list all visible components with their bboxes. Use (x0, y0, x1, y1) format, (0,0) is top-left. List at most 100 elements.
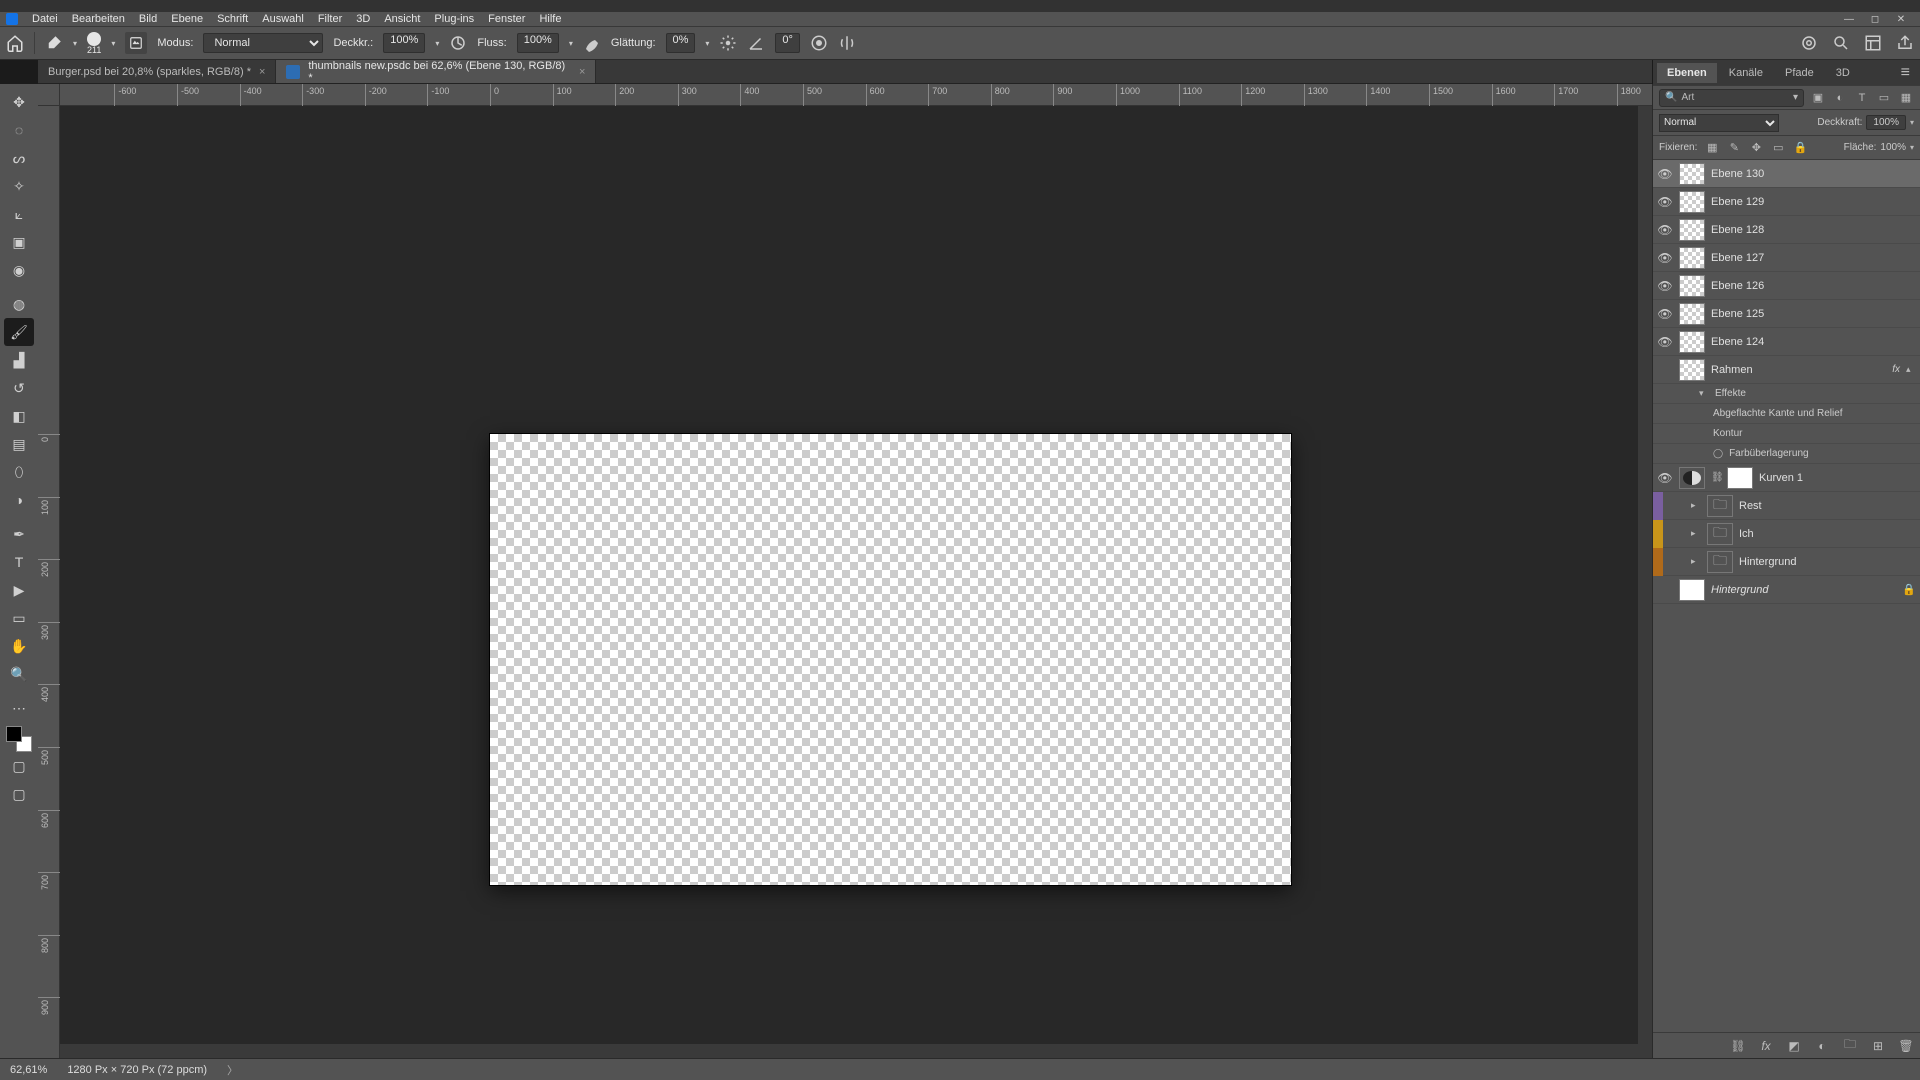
angle-value[interactable]: 0° (775, 33, 800, 53)
filter-image-icon[interactable]: ▣ (1810, 90, 1826, 106)
smoothing-settings-icon[interactable] (719, 34, 737, 52)
twisty-icon[interactable]: ▸ (1691, 500, 1701, 511)
visibility-toggle[interactable]: 👁 (1657, 307, 1673, 321)
brush-tool-icon[interactable] (45, 34, 63, 52)
marquee-tool[interactable]: ◌ (4, 116, 34, 144)
visibility-toggle[interactable]: 👁 (1657, 335, 1673, 349)
fill-value[interactable]: 100% (1880, 142, 1906, 153)
horizontal-scrollbar[interactable] (60, 1044, 1652, 1058)
visibility-toggle[interactable]: 👁 (1657, 167, 1673, 181)
group-icon[interactable]: 🗀 (1842, 1038, 1858, 1054)
blend-mode-select[interactable]: Normal (203, 33, 323, 53)
menu-fenster[interactable]: Fenster (488, 13, 525, 25)
crop-tool[interactable]: ⟀ (4, 200, 34, 228)
screenmode-toggle[interactable]: ▢ (4, 780, 34, 808)
frame-tool[interactable]: ▣ (4, 228, 34, 256)
search-icon[interactable] (1832, 34, 1850, 52)
zoom-tool[interactable]: 🔍 (4, 660, 34, 688)
zoom-value[interactable]: 62,61% (10, 1064, 47, 1076)
wand-tool[interactable]: ✧ (4, 172, 34, 200)
share-icon[interactable] (1896, 34, 1914, 52)
shape-tool[interactable]: ▭ (4, 604, 34, 632)
eraser-tool[interactable]: ◧ (4, 402, 34, 430)
menu-bild[interactable]: Bild (139, 13, 157, 25)
lasso-tool[interactable]: ᔕ (4, 144, 34, 172)
layer-row[interactable]: ◯Farbüberlagerung (1653, 444, 1920, 464)
healing-tool[interactable]: ◍ (4, 290, 34, 318)
twisty-icon[interactable]: ▸ (1691, 556, 1701, 567)
color-swatches[interactable] (6, 726, 32, 752)
mask-thumb[interactable] (1727, 467, 1753, 489)
visibility-toggle[interactable]: 👁 (1657, 251, 1673, 265)
menu-plug-ins[interactable]: Plug-ins (434, 13, 474, 25)
lock-position-icon[interactable]: ✥ (1749, 141, 1763, 155)
lock-artboard-icon[interactable]: ▭ (1771, 141, 1785, 155)
quickmask-toggle[interactable]: ▢ (4, 752, 34, 780)
filter-type-icon[interactable]: T (1854, 90, 1870, 106)
layer-row[interactable]: Abgeflachte Kante und Relief (1653, 404, 1920, 424)
close-tab-icon[interactable]: × (259, 66, 265, 78)
menu-datei[interactable]: Datei (32, 13, 58, 25)
layer-row[interactable]: Kontur (1653, 424, 1920, 444)
visibility-toggle[interactable]: 👁 (1657, 471, 1673, 485)
filter-smart-icon[interactable]: ▦ (1898, 90, 1914, 106)
panel-tab-pfade[interactable]: Pfade (1775, 63, 1824, 83)
menu-hilfe[interactable]: Hilfe (539, 13, 561, 25)
layer-row[interactable]: 👁⛓Kurven 1 (1653, 464, 1920, 492)
canvas-area[interactable]: -600-500-400-300-200-1000100200300400500… (38, 84, 1652, 1058)
layer-row[interactable]: 👁Ebene 125 (1653, 300, 1920, 328)
target-icon[interactable] (1800, 34, 1818, 52)
menu-schrift[interactable]: Schrift (217, 13, 248, 25)
twisty-icon[interactable]: ▾ (1699, 388, 1709, 399)
pen-tool[interactable]: ✒ (4, 520, 34, 548)
close-tab-icon[interactable]: × (579, 66, 585, 78)
smoothing-value[interactable]: 0% (666, 33, 696, 53)
menu-ebene[interactable]: Ebene (171, 13, 203, 25)
layer-row[interactable]: 👁Ebene 130 (1653, 160, 1920, 188)
brush-size-dropdown-icon[interactable]: ▾ (111, 39, 115, 48)
move-tool[interactable]: ✥ (4, 88, 34, 116)
layer-search[interactable]: 🔍 Art ▾ (1659, 89, 1804, 107)
filter-adjust-icon[interactable]: ◐ (1832, 90, 1848, 106)
opacity-value[interactable]: 100% (383, 33, 425, 53)
layer-row[interactable]: Hintergrund🔒 (1653, 576, 1920, 604)
adjustment-icon[interactable]: ◐ (1814, 1038, 1830, 1054)
artboard[interactable] (490, 434, 1291, 885)
new-layer-icon[interactable]: ⊞ (1870, 1038, 1886, 1054)
visibility-toggle[interactable]: 👁 (1657, 195, 1673, 209)
brush-preset-dropdown-icon[interactable]: ▾ (73, 39, 77, 48)
lock-pixels-icon[interactable]: ▦ (1705, 141, 1719, 155)
layer-row[interactable]: 👁Ebene 129 (1653, 188, 1920, 216)
type-tool[interactable]: T (4, 548, 34, 576)
panel-tab-ebenen[interactable]: Ebenen (1657, 63, 1717, 83)
visibility-toggle[interactable]: 👁 (1657, 279, 1673, 293)
dodge-tool[interactable]: ◑ (4, 486, 34, 514)
chevron-down-icon[interactable]: ▾ (1910, 143, 1914, 152)
panel-menu-icon[interactable]: ≡ (1895, 64, 1916, 82)
layer-row[interactable]: 👁Ebene 124 (1653, 328, 1920, 356)
fx-icon[interactable]: fx (1758, 1038, 1774, 1054)
airbrush-toggle[interactable] (583, 34, 601, 52)
layer-row[interactable]: 👁Ebene 126 (1653, 272, 1920, 300)
panel-tab-3d[interactable]: 3D (1826, 63, 1860, 83)
path-select-tool[interactable]: ▶ (4, 576, 34, 604)
symmetry-toggle[interactable] (838, 34, 856, 52)
flow-value[interactable]: 100% (517, 33, 559, 53)
menu-3d[interactable]: 3D (356, 13, 370, 25)
layer-row[interactable]: ▾Effekte (1653, 384, 1920, 404)
link-layers-icon[interactable]: ⛓ (1730, 1038, 1746, 1054)
blur-tool[interactable]: ⬯ (4, 458, 34, 486)
pressure-opacity-toggle[interactable] (449, 34, 467, 52)
chevron-down-icon[interactable]: ▾ (1910, 118, 1914, 127)
fg-color-swatch[interactable] (6, 726, 22, 742)
flow-dropdown-icon[interactable]: ▾ (569, 39, 573, 48)
eyedropper-tool[interactable]: ◉ (4, 256, 34, 284)
maximize-button[interactable]: ◻ (1862, 12, 1888, 26)
layer-row[interactable]: 👁Ebene 127 (1653, 244, 1920, 272)
lock-all-icon[interactable]: 🔒 (1793, 141, 1807, 155)
trash-icon[interactable]: 🗑 (1898, 1038, 1914, 1054)
twisty-icon[interactable]: ▴ (1906, 364, 1916, 375)
home-button[interactable] (6, 34, 24, 52)
layer-row[interactable]: ▸🗀Rest (1653, 492, 1920, 520)
fx-badge[interactable]: fx (1892, 364, 1900, 375)
